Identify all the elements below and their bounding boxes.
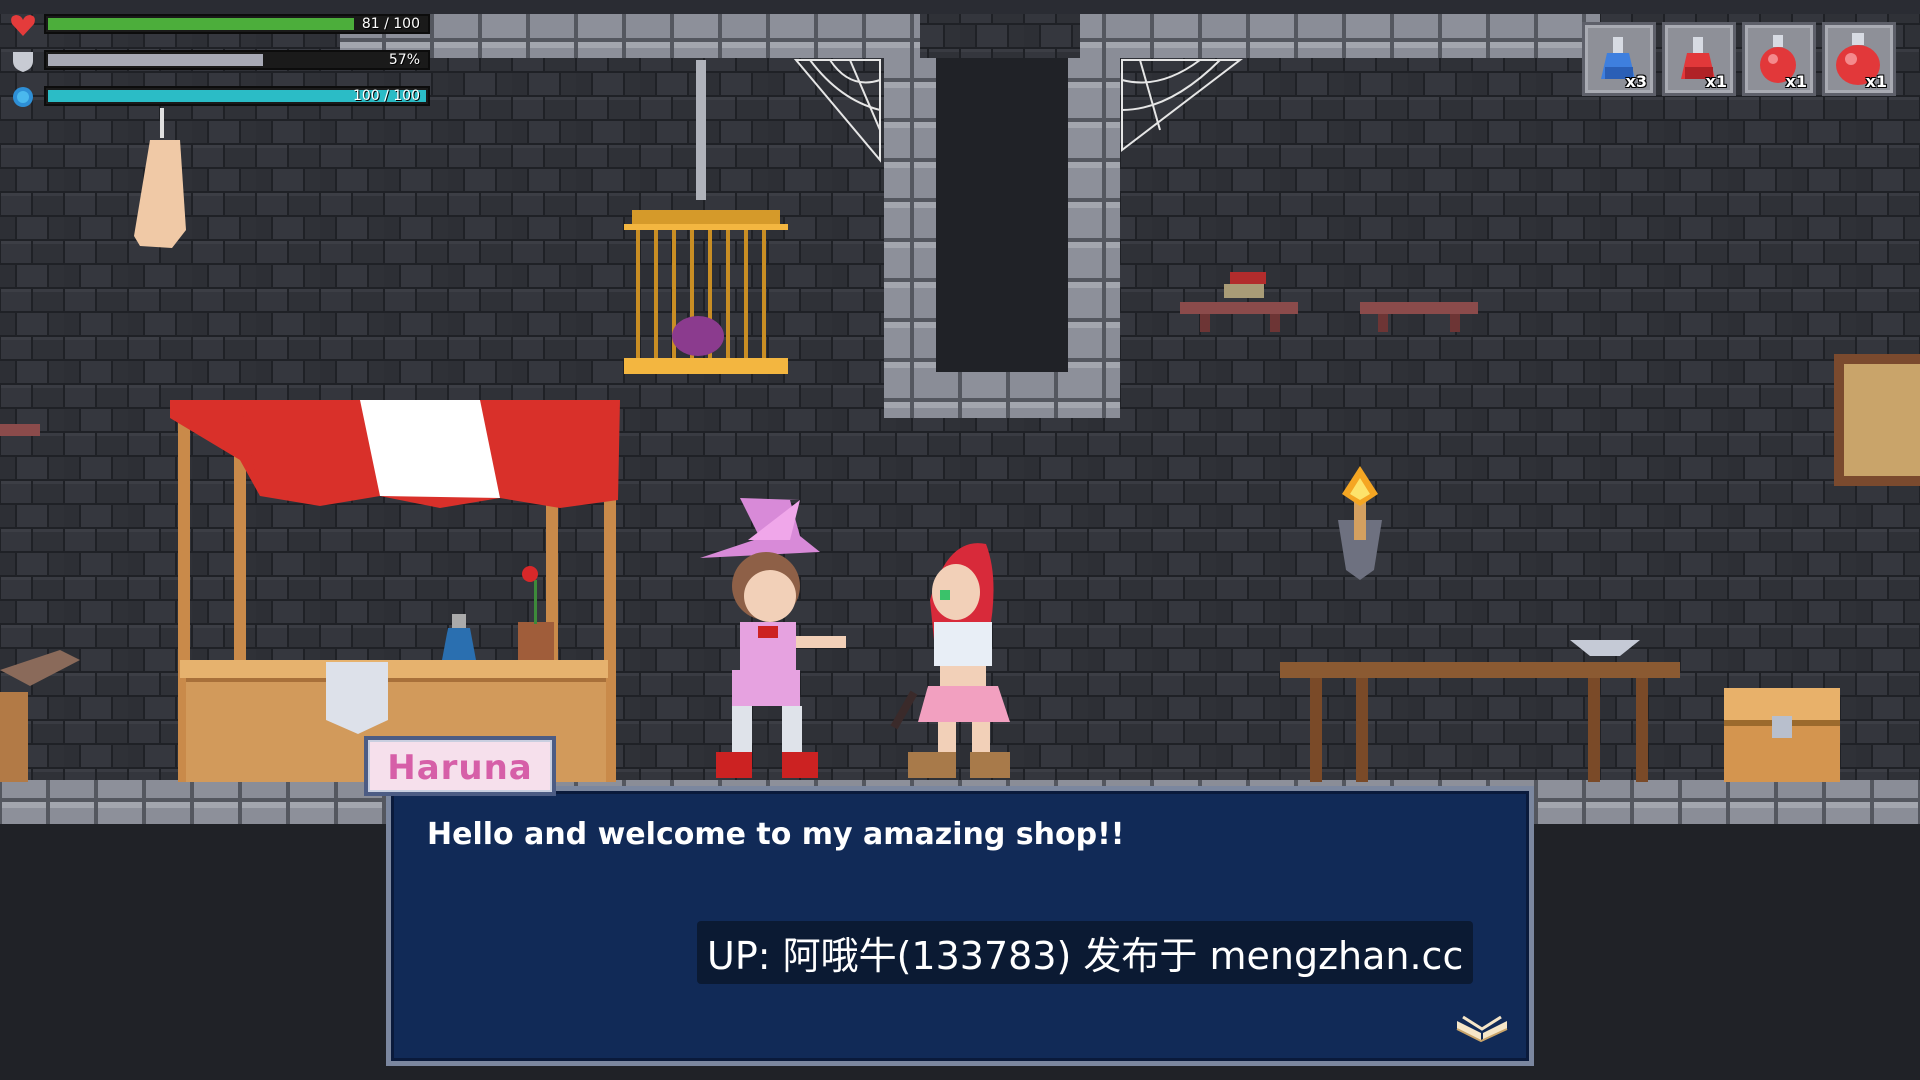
potion-slot-2[interactable]: x1 [1662,22,1736,96]
potion-count-2: x1 [1705,72,1727,91]
mana-orb-icon [13,87,33,107]
potion-count-1: x3 [1625,72,1647,91]
potion-count-4: x1 [1865,72,1887,91]
health-label: 81 / 100 [361,16,420,32]
potion-count-3: x1 [1785,72,1807,91]
armor-bar: 57% [44,50,430,70]
heart-icon [11,15,35,36]
speaker-name: Haruna [387,748,533,788]
health-bar-fill [48,18,354,30]
health-bar: 81 / 100 [44,14,430,34]
armor-bar-fill [48,54,263,66]
speaker-nameplate: Haruna [364,736,556,796]
potion-slot-1[interactable]: x3 [1582,22,1656,96]
mana-bar: 100 / 100 [44,86,430,106]
potion-slot-3[interactable]: x1 [1742,22,1816,96]
dialog-box[interactable]: Hello and welcome to my amazing shop!! U… [386,786,1534,1066]
shield-icon [13,52,33,72]
mana-label: 100 / 100 [352,88,420,104]
open-book-icon[interactable] [1453,1013,1511,1043]
game-scene: 81 / 100 57% 100 / 100 x3 x1 x1 x1 Hello… [0,0,1920,1080]
armor-label: 57% [388,52,420,68]
potion-slot-4[interactable]: x1 [1822,22,1896,96]
dialog-text: Hello and welcome to my amazing shop!! [427,817,1125,852]
watermark-text: UP: 阿哦牛(133783) 发布于 mengzhan.cc [697,921,1474,984]
